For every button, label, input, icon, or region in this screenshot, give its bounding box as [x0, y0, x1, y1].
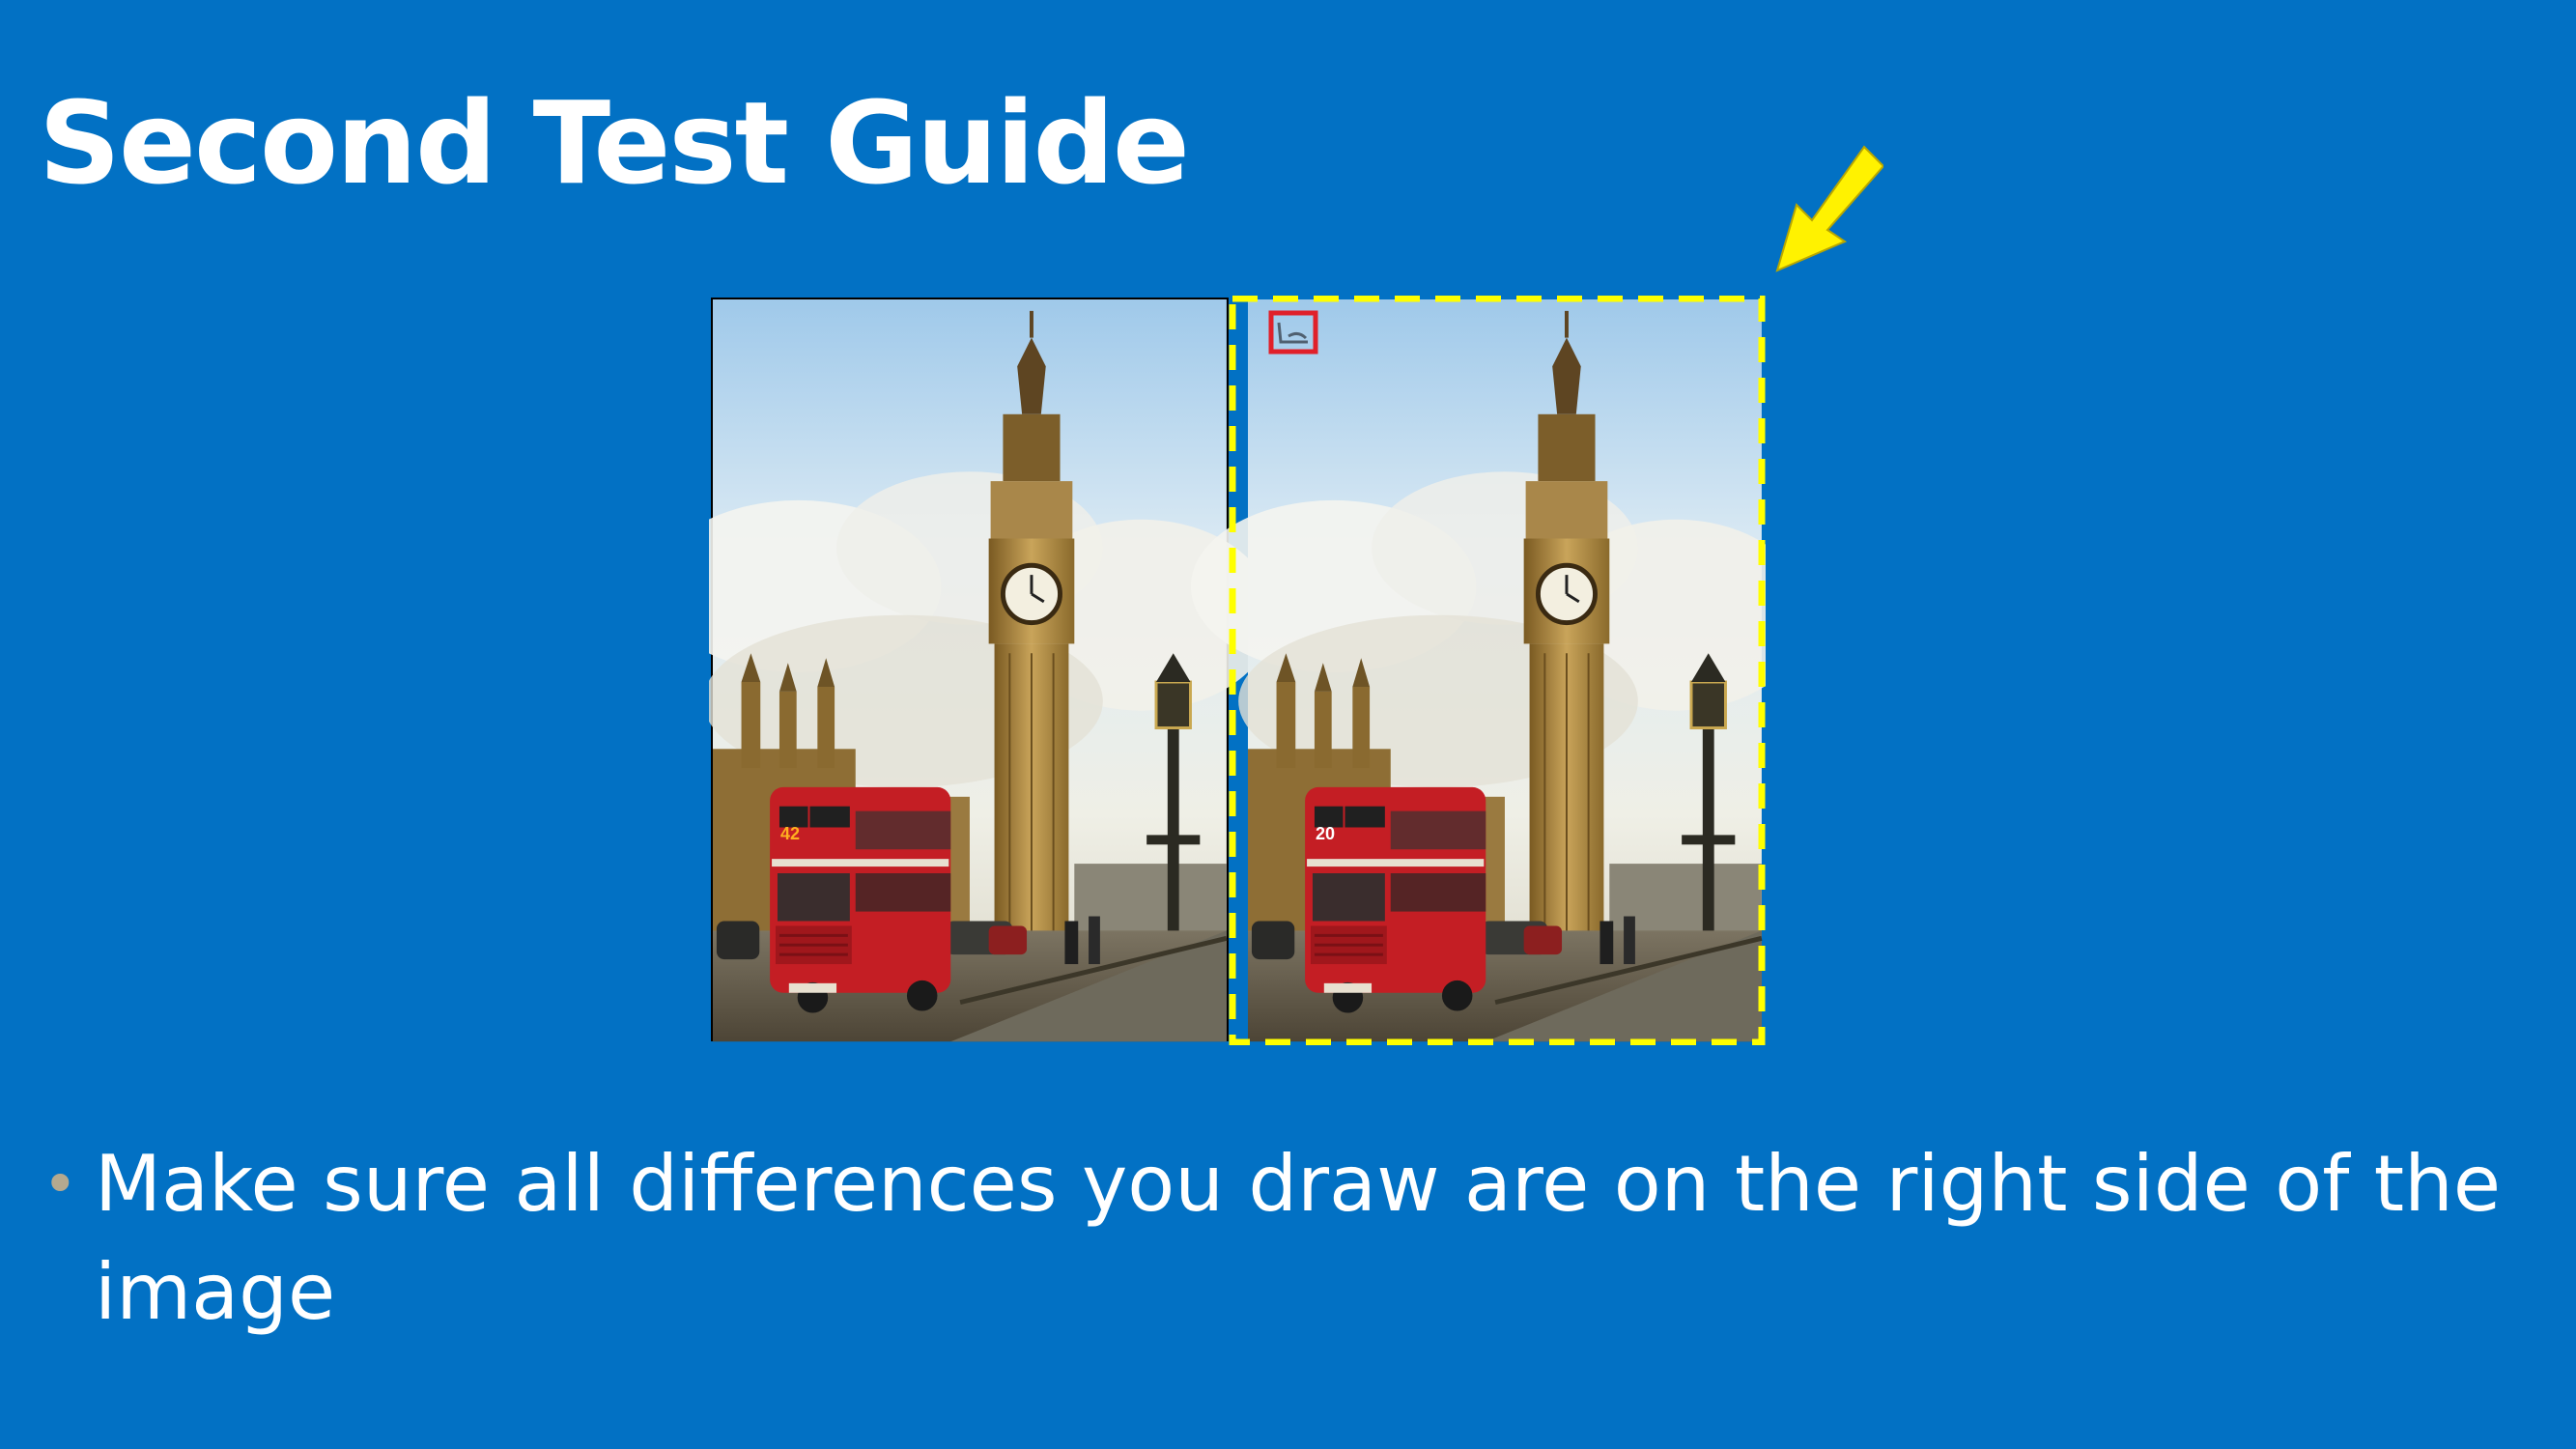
bullet-dot-icon: • [42, 1149, 78, 1219]
image-comparison: 42 20 [709, 296, 1766, 1045]
instruction-bullet: • Make sure all differences you draw are… [42, 1130, 2515, 1347]
original-photo: 42 [709, 298, 1274, 1041]
yellow-arrow-icon [1775, 145, 1883, 272]
bus-number-right: 20 [1316, 824, 1335, 843]
slide: Second Test Guide 42 20 • Make sure all … [0, 0, 2576, 1449]
edited-photo: 20 [1191, 296, 1766, 1045]
instruction-text: Make sure all differences you draw are o… [95, 1139, 2502, 1337]
bus-number-left: 42 [780, 824, 800, 843]
slide-title: Second Test Guide [39, 76, 1190, 210]
